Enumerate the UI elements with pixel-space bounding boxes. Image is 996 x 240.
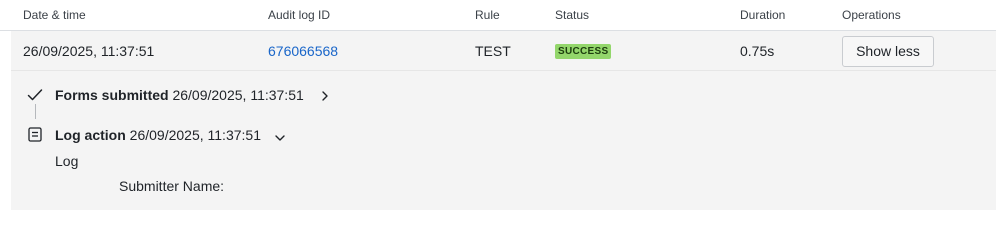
table-header: Date & time Audit log ID Rule Status Dur… [0, 0, 996, 31]
row-rule: TEST [475, 43, 511, 59]
step-log-action[interactable]: Log action 26/09/2025, 11:37:51 [55, 127, 261, 143]
log-label: Log [55, 153, 79, 169]
table-row[interactable]: 26/09/2025, 11:37:51 676066568 TEST SUCC… [11, 31, 996, 71]
step-time: 26/09/2025, 11:37:51 [129, 127, 261, 143]
audit-log-id-link[interactable]: 676066568 [268, 43, 338, 59]
submitter-name-label: Submitter Name: [119, 178, 225, 194]
step-connector [35, 104, 36, 119]
column-header-audit-id: Audit log ID [268, 8, 331, 22]
step-title: Log action [55, 127, 126, 143]
chevron-down-icon[interactable] [274, 130, 286, 148]
column-header-rule: Rule [475, 8, 500, 22]
status-badge: SUCCESS [555, 44, 612, 59]
document-icon [28, 127, 42, 147]
show-less-button[interactable]: Show less [842, 36, 934, 67]
column-header-duration: Duration [740, 8, 786, 22]
step-title: Forms submitted [55, 87, 169, 103]
column-header-status: Status [555, 8, 590, 22]
step-forms-submitted[interactable]: Forms submitted 26/09/2025, 11:37:51 [55, 87, 304, 103]
row-datetime: 26/09/2025, 11:37:51 [23, 43, 155, 59]
step-time: 26/09/2025, 11:37:51 [172, 87, 304, 103]
chevron-right-icon[interactable] [320, 89, 330, 107]
column-header-datetime: Date & time [23, 8, 86, 22]
row-duration: 0.75s [740, 43, 775, 59]
expanded-row: 26/09/2025, 11:37:51 676066568 TEST SUCC… [11, 31, 996, 210]
column-header-operations: Operations [842, 8, 901, 22]
